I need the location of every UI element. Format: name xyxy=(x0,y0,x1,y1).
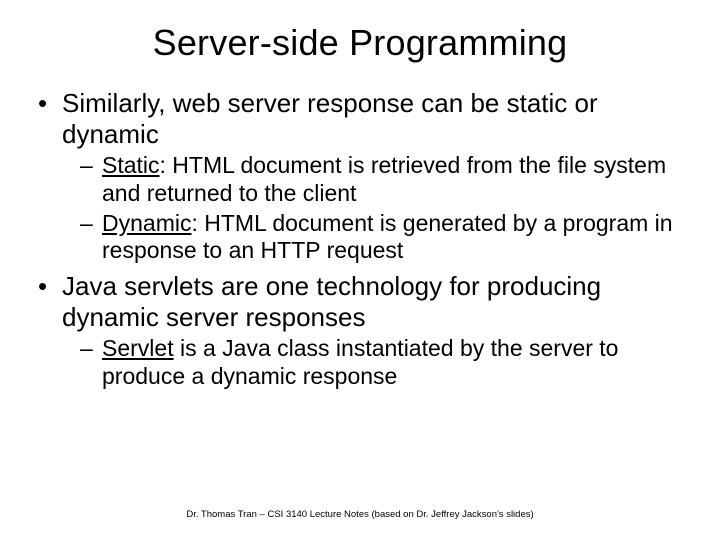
sub-bullet-text: : HTML document is retrieved from the fi… xyxy=(102,152,666,206)
sub-bullet-label: Dynamic xyxy=(102,210,191,236)
slide: Server-side Programming Similarly, web s… xyxy=(0,0,720,540)
sub-bullet-list: Static: HTML document is retrieved from … xyxy=(62,152,690,264)
sub-bullet-item: Static: HTML document is retrieved from … xyxy=(62,152,690,207)
bullet-text: Similarly, web server response can be st… xyxy=(62,88,598,149)
sub-bullet-label: Servlet xyxy=(102,335,174,361)
slide-body: Similarly, web server response can be st… xyxy=(0,74,720,390)
sub-bullet-list: Servlet is a Java class instantiated by … xyxy=(62,335,690,390)
sub-bullet-label: Static xyxy=(102,152,160,178)
sub-bullet-item: Servlet is a Java class instantiated by … xyxy=(62,335,690,390)
slide-title: Server-side Programming xyxy=(0,0,720,74)
bullet-text: Java servlets are one technology for pro… xyxy=(62,271,601,332)
bullet-item: Java servlets are one technology for pro… xyxy=(30,271,690,391)
sub-bullet-text: is a Java class instantiated by the serv… xyxy=(102,335,618,389)
sub-bullet-item: Dynamic: HTML document is generated by a… xyxy=(62,210,690,265)
slide-footer: Dr. Thomas Tran – CSI 3140 Lecture Notes… xyxy=(0,509,720,520)
bullet-item: Similarly, web server response can be st… xyxy=(30,88,690,265)
bullet-list: Similarly, web server response can be st… xyxy=(30,88,690,390)
